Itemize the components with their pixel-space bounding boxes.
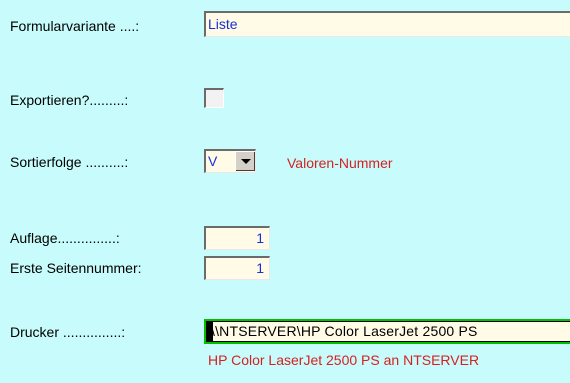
chevron-down-icon[interactable] bbox=[235, 151, 255, 171]
printer-field[interactable]: \\NTSERVER\HP Color LaserJet 2500 PS bbox=[204, 319, 570, 344]
export-checkbox[interactable] bbox=[204, 88, 224, 108]
export-label: Exportieren?.........: bbox=[10, 92, 129, 108]
auflage-label: Auflage...............: bbox=[10, 230, 120, 246]
sort-order-select[interactable]: V bbox=[204, 149, 256, 173]
first-page-label: Erste Seitennummer: bbox=[10, 260, 142, 276]
auflage-field[interactable]: 1 bbox=[204, 226, 270, 250]
printer-label: Drucker ...............: bbox=[10, 324, 126, 340]
printer-description: HP Color LaserJet 2500 PS an NTSERVER bbox=[208, 352, 480, 368]
first-page-number-field[interactable]: 1 bbox=[204, 256, 270, 280]
sort-order-description: Valoren-Nummer bbox=[287, 155, 393, 171]
form-variant-field[interactable]: Liste bbox=[204, 11, 570, 37]
form-variant-label: Formularvariante ....: bbox=[10, 18, 140, 34]
sort-label: Sortierfolge ..........: bbox=[10, 154, 129, 170]
printer-value: \\NTSERVER\HP Color LaserJet 2500 PS bbox=[211, 323, 478, 339]
sort-order-value: V bbox=[208, 153, 218, 169]
